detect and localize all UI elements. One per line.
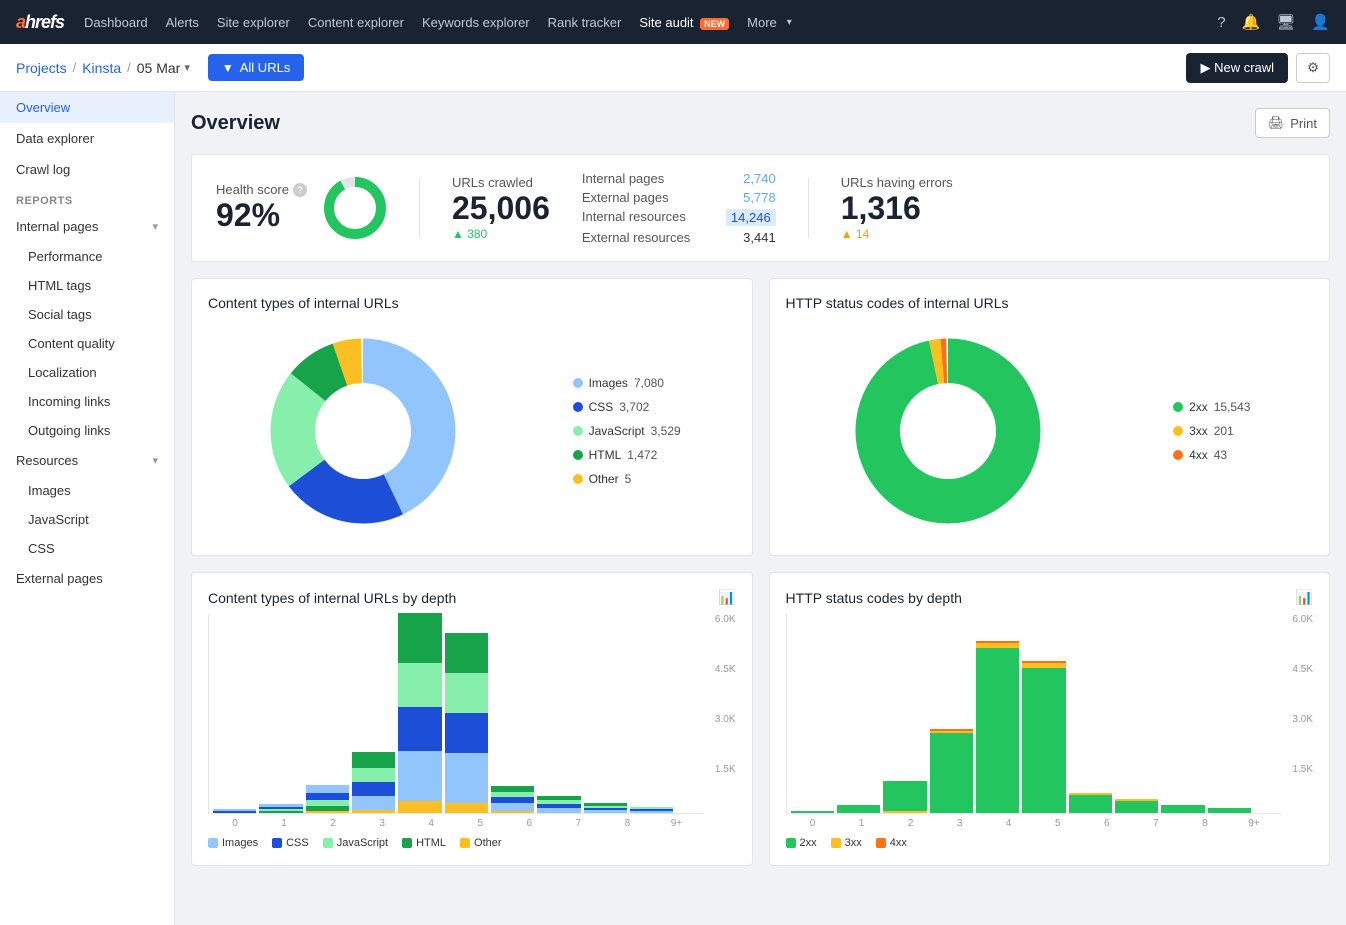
content-depth-bars [208, 614, 704, 814]
sidebar-item-resources[interactable]: Resources ▾ [0, 445, 174, 476]
bell-icon[interactable]: 🔔 [1242, 13, 1261, 31]
errors-section: URLs having errors 1,316 ▲ 14 [841, 175, 953, 241]
http-depth-legend: 2xx 3xx 4xx [786, 837, 1314, 849]
charts-row-2: Content types of internal URLs by depth … [191, 572, 1330, 866]
sidebar-item-overview[interactable]: Overview [0, 92, 174, 123]
breadcrumb-projects[interactable]: Projects [16, 60, 67, 76]
sidebar-item-internal-pages[interactable]: Internal pages ▾ [0, 211, 174, 242]
page-title: Overview [191, 112, 280, 135]
nav-dashboard[interactable]: Dashboard [76, 11, 156, 34]
top-nav: ahrefs Dashboard Alerts Site explorer Co… [0, 0, 1346, 44]
sidebar-item-crawl-log[interactable]: Crawl log [0, 154, 174, 185]
content-types-card: Content types of internal URLs [191, 278, 753, 556]
breadcrumb-kinsta[interactable]: Kinsta [82, 60, 121, 76]
overview-header: Overview 🖨 Print [191, 108, 1330, 138]
main-content: Overview 🖨 Print Health score ? 92% [175, 92, 1346, 925]
content-depth-title: Content types of internal URLs by depth [208, 590, 456, 606]
crawled-delta: ▲ 380 [452, 227, 550, 241]
nav-site-explorer[interactable]: Site explorer [209, 11, 298, 34]
settings-button[interactable]: ⚙ [1296, 53, 1330, 83]
http-depth-chart-icon[interactable]: 📊 [1296, 589, 1313, 606]
sidebar-item-outgoing-links[interactable]: Outgoing links [0, 416, 174, 445]
nav-more[interactable]: More [739, 11, 785, 34]
sidebar: Overview Data explorer Crawl log REPORTS… [0, 92, 175, 925]
content-depth-chart-icon[interactable]: 📊 [718, 589, 735, 606]
nav-content-explorer[interactable]: Content explorer [300, 11, 412, 34]
errors-delta: ▲ 14 [841, 227, 953, 241]
sidebar-section-reports: REPORTS [0, 185, 174, 211]
sidebar-item-javascript[interactable]: JavaScript [0, 505, 174, 534]
content-depth-legend: Images CSS JavaScript HTML Other [208, 837, 736, 849]
health-score-section: Health score ? 92% [216, 176, 387, 240]
nav-alerts[interactable]: Alerts [158, 11, 207, 34]
http-depth-title: HTTP status codes by depth [786, 590, 962, 606]
help-icon-health[interactable]: ? [293, 183, 307, 197]
sidebar-item-data-explorer[interactable]: Data explorer [0, 123, 174, 154]
sidebar-item-social-tags[interactable]: Social tags [0, 300, 174, 329]
breadcrumb-sep1: / [73, 60, 77, 75]
sidebar-item-external-pages[interactable]: External pages [0, 563, 174, 594]
http-status-card: HTTP status codes of internal URLs [769, 278, 1331, 556]
print-icon: 🖨 [1268, 115, 1285, 131]
urls-crawled-section: URLs crawled 25,006 ▲ 380 [452, 175, 550, 241]
http-status-title: HTTP status codes of internal URLs [786, 295, 1314, 311]
breadcrumb-bar: Projects / Kinsta / 05 Mar ▾ ▼ All URLs … [0, 44, 1346, 92]
content-types-title: Content types of internal URLs [208, 295, 736, 311]
content-depth-card: Content types of internal URLs by depth … [191, 572, 753, 866]
http-status-donut [848, 331, 1048, 531]
breadcrumb-date[interactable]: 05 Mar ▾ [137, 60, 190, 76]
sidebar-item-performance[interactable]: Performance [0, 242, 174, 271]
new-badge: NEW [700, 18, 729, 30]
sidebar-item-css[interactable]: CSS [0, 534, 174, 563]
content-types-legend: Images 7,080 CSS 3,702 JavaScript 3,529 [573, 376, 681, 486]
filter-button[interactable]: ▼ All URLs [208, 54, 304, 81]
health-score-value: 92% [216, 197, 307, 234]
stats-row: Health score ? 92% URLs crawled 25,006 ▲… [191, 154, 1330, 262]
sidebar-item-content-quality[interactable]: Content quality [0, 329, 174, 358]
content-types-donut [263, 331, 463, 531]
user-icon[interactable]: 👤 [1311, 13, 1330, 31]
nav-rank-tracker[interactable]: Rank tracker [540, 11, 630, 34]
sidebar-item-localization[interactable]: Localization [0, 358, 174, 387]
http-depth-bars [786, 614, 1282, 814]
sidebar-item-images[interactable]: Images [0, 476, 174, 505]
print-button[interactable]: 🖨 Print [1255, 108, 1330, 138]
http-status-legend: 2xx 15,543 3xx 201 4xx 43 [1173, 400, 1250, 462]
nav-keywords-explorer[interactable]: Keywords explorer [414, 11, 538, 34]
help-icon[interactable]: ? [1217, 14, 1225, 31]
sidebar-item-incoming-links[interactable]: Incoming links [0, 387, 174, 416]
logo[interactable]: ahrefs [16, 12, 64, 33]
breadcrumb-sep2: / [127, 60, 131, 75]
monitor-icon[interactable]: 🖥 [1276, 13, 1295, 31]
sidebar-item-html-tags[interactable]: HTML tags [0, 271, 174, 300]
charts-row-1: Content types of internal URLs [191, 278, 1330, 556]
nav-site-audit[interactable]: Site audit NEW [631, 11, 737, 34]
http-depth-card: HTTP status codes by depth 📊 6.0K 4.5K 3… [769, 572, 1331, 866]
new-crawl-button[interactable]: ▶ New crawl [1186, 53, 1288, 83]
health-donut [323, 176, 387, 240]
url-types-section: Internal pages 2,740 External pages 5,77… [582, 171, 776, 245]
